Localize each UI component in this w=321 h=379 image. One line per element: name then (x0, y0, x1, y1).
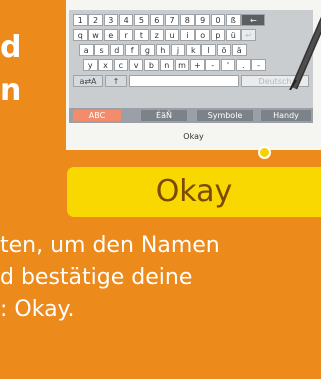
mode-accents-button[interactable]: ÉäÑ (141, 110, 187, 121)
key-2-6[interactable]: j (170, 44, 186, 56)
key-3-5[interactable]: n (159, 59, 174, 71)
key-1-9[interactable]: p (210, 29, 226, 41)
key-1-1[interactable]: w (88, 29, 103, 41)
mode-abc-button[interactable]: ABC (73, 110, 121, 121)
key-1-11[interactable]: ↵ (241, 29, 256, 41)
up-key[interactable]: ↑ (105, 75, 127, 87)
key-0-11[interactable]: ← (241, 14, 266, 26)
key-1-5[interactable]: z (149, 29, 164, 41)
onscreen-keyboard: 1 2 3 4 5 6 7 8 9 0 ß ← q w e r t z u i o p ü ↵ a s d f g h j k l ö ä y x c v b… (69, 10, 313, 113)
key-0-8[interactable]: 9 (195, 14, 210, 26)
left-glyph-2: n (0, 73, 22, 108)
key-1-4[interactable]: t (134, 29, 149, 41)
key-2-10[interactable]: ä (232, 44, 247, 56)
key-2-3[interactable]: f (124, 44, 140, 56)
key-1-3[interactable]: r (118, 29, 134, 41)
key-0-4[interactable]: 5 (134, 14, 149, 26)
ok-indicator-dot (258, 146, 271, 159)
keyboard-mode-bar: ABC ÉäÑ Symbole Handy (69, 108, 313, 123)
left-glyph-1: d (0, 30, 22, 65)
key-2-2[interactable]: d (109, 44, 125, 56)
mode-symbols-button[interactable]: Symbole (197, 110, 253, 121)
key-0-5[interactable]: 6 (149, 14, 164, 26)
key-3-7[interactable]: + (190, 59, 205, 71)
shift-key[interactable]: a⇄A (73, 75, 103, 87)
mode-phone-button[interactable]: Handy (261, 110, 311, 121)
key-2-8[interactable]: l (201, 44, 216, 56)
okay-button[interactable]: Okay (67, 167, 321, 217)
key-0-3[interactable]: 4 (118, 14, 134, 26)
key-3-8[interactable]: - (205, 59, 220, 71)
key-3-1[interactable]: x (98, 59, 113, 71)
key-3-2[interactable]: c (113, 59, 129, 71)
instruction-line-1: ten, um den Namen (0, 233, 220, 258)
ok-small-label: Okay (183, 132, 204, 141)
key-2-5[interactable]: h (155, 44, 170, 56)
key-1-6[interactable]: u (164, 29, 180, 41)
key-3-9[interactable]: ' (220, 59, 236, 71)
key-0-9[interactable]: 0 (210, 14, 226, 26)
instruction-line-2: d bestätige deine (0, 265, 193, 290)
instruction-line-3: : Okay. (0, 297, 75, 322)
key-2-4[interactable]: g (140, 44, 155, 56)
key-0-6[interactable]: 7 (164, 14, 180, 26)
key-0-0[interactable]: 1 (73, 14, 88, 26)
instruction-text: ten, um den Namen d bestätige deine : Ok… (0, 230, 321, 326)
key-0-10[interactable]: ß (226, 14, 241, 26)
key-0-2[interactable]: 3 (103, 14, 119, 26)
key-0-7[interactable]: 8 (180, 14, 195, 26)
key-1-0[interactable]: q (73, 29, 88, 41)
key-3-6[interactable]: m (174, 59, 190, 71)
key-0-1[interactable]: 2 (88, 14, 103, 26)
key-2-0[interactable]: a (79, 44, 94, 56)
key-2-1[interactable]: s (94, 44, 109, 56)
key-3-10[interactable]: . (236, 59, 251, 71)
key-1-10[interactable]: ü (226, 29, 241, 41)
key-3-0[interactable]: y (83, 59, 98, 71)
key-3-4[interactable]: b (144, 59, 159, 71)
key-2-9[interactable]: ö (216, 44, 232, 56)
stylus-icon (289, 16, 321, 90)
key-1-7[interactable]: i (180, 29, 195, 41)
key-1-2[interactable]: e (103, 29, 119, 41)
key-3-3[interactable]: v (128, 59, 144, 71)
key-1-8[interactable]: o (195, 29, 210, 41)
key-3-11[interactable]: - (251, 59, 266, 71)
space-key[interactable] (129, 75, 239, 87)
ds-touch-screen: 1 2 3 4 5 6 7 8 9 0 ß ← q w e r t z u i o p ü ↵ a s d f g h j k l ö ä y x c v b… (66, 0, 321, 159)
key-2-7[interactable]: k (186, 44, 201, 56)
